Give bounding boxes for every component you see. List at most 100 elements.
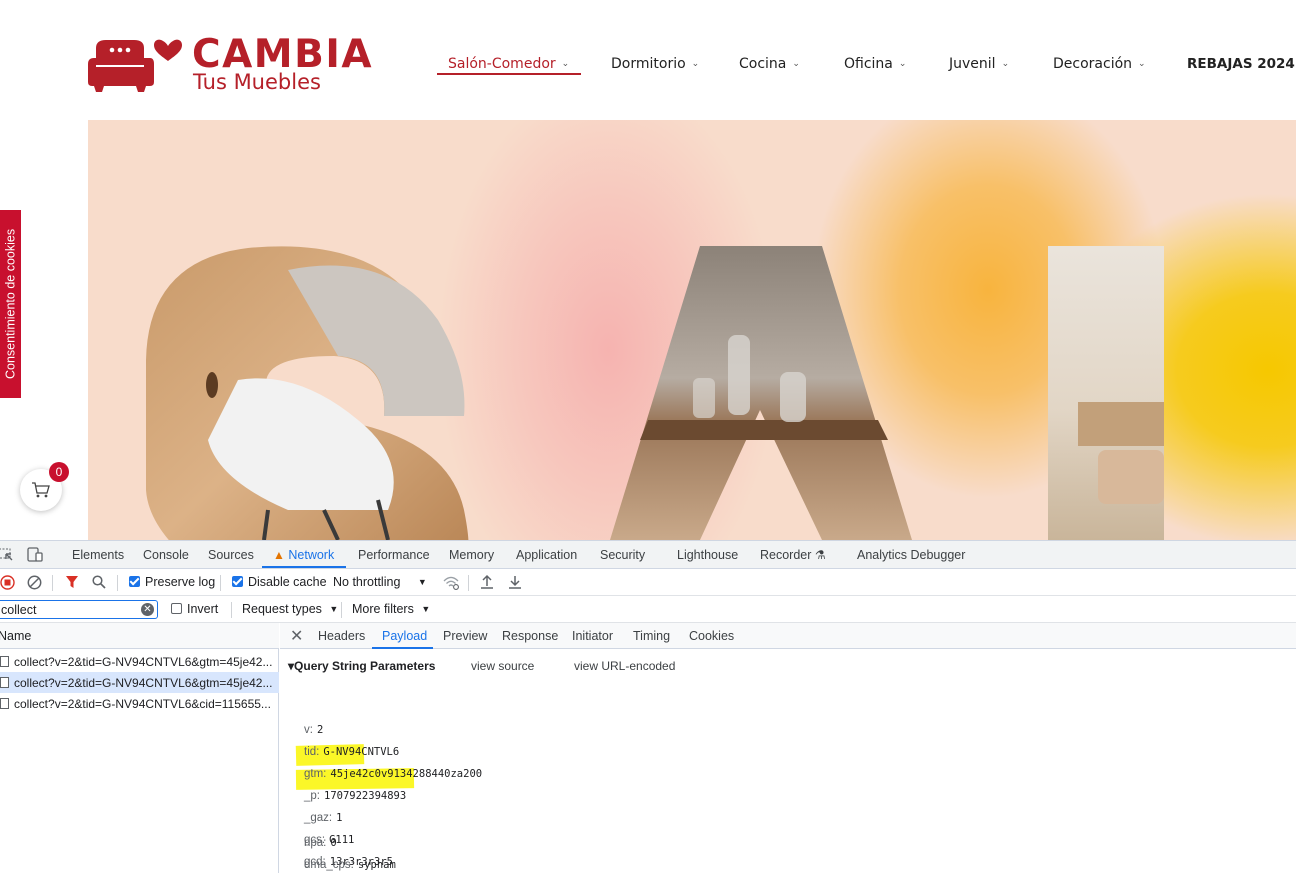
name-column-header[interactable]: Name	[0, 623, 279, 649]
import-har-icon[interactable]	[480, 574, 494, 590]
query-string-section-toggle[interactable]: ▾Query String Parameters	[288, 659, 435, 673]
nav-item-salon-comedor[interactable]: Salón-Comedor ⌄	[448, 56, 569, 72]
nav-item-decoracion[interactable]: Decoración ⌄	[1053, 56, 1146, 72]
tab-preview[interactable]: Preview	[443, 629, 487, 643]
tab-elements[interactable]: Elements	[72, 548, 124, 562]
tab-network[interactable]: ▲ Network	[273, 548, 334, 562]
request-row[interactable]: collect?v=2&tid=G-NV94CNTVL6&cid=115655.…	[0, 693, 279, 714]
nav-label: Juvenil	[949, 56, 996, 72]
view-url-encoded-link[interactable]: view URL-encoded	[574, 659, 675, 673]
request-name: collect?v=2&tid=G-NV94CNTVL6&gtm=45je42.…	[14, 655, 273, 669]
document-icon	[0, 677, 9, 688]
tab-memory[interactable]: Memory	[449, 548, 494, 562]
hero-sale-letters-image	[146, 246, 1164, 540]
checkbox-unchecked-icon	[171, 603, 182, 614]
param-dma-cps: dma_cps: sypham	[304, 859, 396, 871]
preserve-log-checkbox[interactable]: Preserve log	[129, 575, 215, 589]
clear-icon[interactable]	[27, 575, 42, 590]
dropdown-arrow-icon: ▼	[417, 577, 427, 587]
tab-initiator[interactable]: Initiator	[572, 629, 613, 643]
invert-checkbox[interactable]: Invert	[171, 602, 218, 616]
disable-cache-checkbox[interactable]: Disable cache	[232, 575, 327, 589]
param-gaz: _gaz: 1	[304, 812, 342, 824]
active-tab-underline	[262, 566, 346, 568]
cart-count-badge: 0	[49, 462, 69, 482]
tab-console[interactable]: Console	[143, 548, 189, 562]
tab-recorder[interactable]: Recorder ⚗	[760, 548, 826, 562]
param-npa: npa: 0	[304, 837, 337, 849]
checkbox-checked-icon	[232, 576, 243, 587]
search-icon[interactable]	[92, 575, 106, 589]
devtools-tab-bar: Elements Console Sources ▲ Network Perfo…	[0, 541, 1296, 569]
nav-active-underline	[437, 73, 581, 75]
nav-label: Salón-Comedor	[448, 56, 556, 72]
record-stop-icon[interactable]	[0, 575, 15, 590]
nav-item-dormitorio[interactable]: Dormitorio ⌄	[611, 56, 699, 72]
param-v: v: 2	[304, 724, 323, 736]
export-har-icon[interactable]	[508, 574, 522, 590]
document-icon	[0, 656, 9, 667]
detail-tab-bar: ✕ Headers Payload Preview Response Initi…	[280, 623, 1296, 649]
tab-application[interactable]: Application	[516, 548, 577, 562]
throttling-select[interactable]: No throttling ▼	[333, 575, 427, 589]
flask-icon: ⚗	[814, 548, 826, 562]
request-row[interactable]: collect?v=2&tid=G-NV94CNTVL6&gtm=45je42.…	[0, 651, 279, 672]
request-list-pane: Name collect?v=2&tid=G-NV94CNTVL6&gtm=45…	[0, 623, 279, 873]
nav-label: Dormitorio	[611, 56, 686, 72]
cookie-consent-tab[interactable]: Consentimiento de cookies	[0, 210, 21, 398]
filter-icon[interactable]	[65, 575, 79, 589]
tab-timing[interactable]: Timing	[633, 629, 670, 643]
tab-response[interactable]: Response	[502, 629, 558, 643]
view-source-link[interactable]: view source	[471, 659, 534, 673]
inspect-element-icon[interactable]	[0, 548, 14, 562]
filter-input-box[interactable]: ✕	[0, 600, 158, 619]
nav-item-oficina[interactable]: Oficina ⌄	[844, 56, 906, 72]
preserve-log-label: Preserve log	[145, 575, 216, 589]
tab-security[interactable]: Security	[600, 548, 645, 562]
clear-filter-icon[interactable]: ✕	[141, 603, 154, 616]
param-key: _gaz:	[304, 812, 333, 824]
chevron-down-icon: ⌄	[1001, 59, 1010, 69]
device-toolbar-icon[interactable]	[27, 547, 43, 562]
throttling-value: No throttling	[333, 575, 401, 589]
param-value: 2	[316, 724, 324, 736]
toolbar-divider	[468, 575, 469, 591]
hero-banner[interactable]	[88, 120, 1296, 540]
more-filters-dropdown[interactable]: More filters ▼	[352, 602, 430, 616]
param-tid: tid: G-NV94CNTVL6	[304, 746, 399, 758]
toolbar-divider	[220, 575, 221, 591]
site-logo[interactable]: CAMBIA Tus Muebles	[88, 32, 378, 96]
tab-sources[interactable]: Sources	[208, 548, 254, 562]
toolbar-divider	[117, 575, 118, 591]
nav-item-juvenil[interactable]: Juvenil ⌄	[949, 56, 1009, 72]
param-key: tid:	[304, 746, 320, 758]
request-name: collect?v=2&tid=G-NV94CNTVL6&gtm=45je42.…	[14, 676, 273, 690]
chevron-down-icon: ⌄	[691, 59, 700, 69]
warning-icon: ▲	[273, 548, 285, 562]
sofa-heart-logo-icon	[88, 39, 182, 92]
tab-payload[interactable]: Payload	[382, 629, 427, 643]
tab-analytics-debugger[interactable]: Analytics Debugger	[857, 548, 965, 562]
invert-label: Invert	[187, 602, 219, 616]
tab-headers[interactable]: Headers	[318, 629, 365, 643]
toolbar-divider	[341, 602, 342, 618]
name-column-label: Name	[0, 629, 32, 643]
nav-item-cocina[interactable]: Cocina ⌄	[739, 56, 800, 72]
request-types-dropdown[interactable]: Request types ▼	[242, 602, 338, 616]
network-toolbar: Preserve log Disable cache No throttling…	[0, 569, 1296, 596]
toolbar-divider	[231, 602, 232, 618]
request-row-selected[interactable]: collect?v=2&tid=G-NV94CNTVL6&gtm=45je42.…	[0, 672, 279, 693]
nav-item-rebajas[interactable]: REBAJAS 2024	[1187, 56, 1295, 72]
param-value: 1	[336, 812, 343, 824]
param-key: _p:	[304, 790, 320, 802]
nav-label: Cocina	[739, 56, 787, 72]
network-conditions-icon[interactable]	[442, 574, 460, 590]
filter-input[interactable]	[0, 601, 137, 619]
tab-lighthouse[interactable]: Lighthouse	[677, 548, 738, 562]
param-value: G-NV94CNTVL6	[323, 746, 400, 758]
tab-performance[interactable]: Performance	[358, 548, 430, 562]
chevron-down-icon: ⌄	[1138, 59, 1146, 69]
close-icon[interactable]: ✕	[290, 626, 303, 646]
param-key: dma_cps:	[304, 859, 354, 871]
tab-cookies[interactable]: Cookies	[689, 629, 734, 643]
